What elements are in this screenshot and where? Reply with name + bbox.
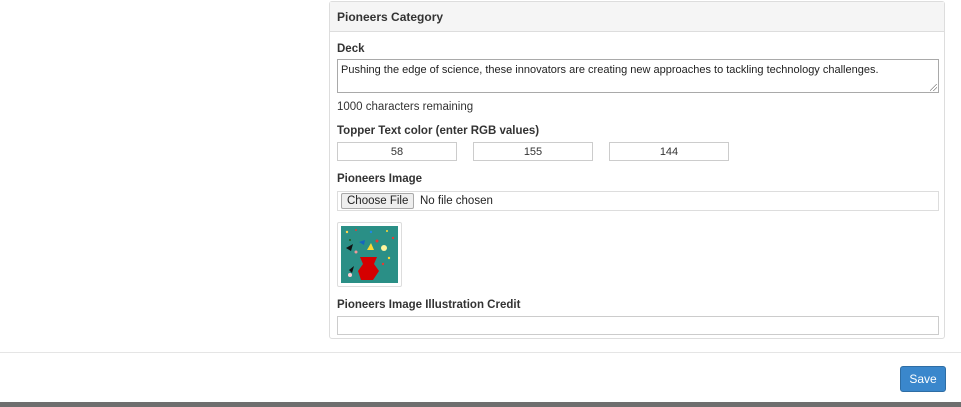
topper-color-label: Topper Text color (enter RGB values)	[337, 125, 540, 137]
rgb-blue-input[interactable]	[609, 142, 729, 161]
pioneers-category-panel: Pioneers Category Deck Pushing the edge …	[329, 1, 945, 339]
illustration-credit-label: Pioneers Image Illustration Credit	[337, 299, 521, 311]
illustration-thumbnail-icon	[341, 226, 398, 283]
image-thumbnail	[337, 222, 402, 287]
modal-backdrop-edge	[0, 402, 961, 407]
resize-handle-icon[interactable]	[930, 84, 937, 91]
deck-text: Pushing the edge of science, these innov…	[341, 64, 879, 76]
pioneers-image-label: Pioneers Image	[337, 173, 423, 185]
illustration-credit-input[interactable]	[337, 316, 939, 335]
save-button[interactable]: Save	[900, 366, 946, 392]
file-status: No file chosen	[420, 195, 493, 207]
footer-divider	[0, 352, 961, 353]
characters-remaining: 1000 characters remaining	[337, 101, 474, 113]
rgb-green-input[interactable]	[473, 142, 593, 161]
choose-file-button[interactable]: Choose File	[341, 193, 415, 209]
deck-label: Deck	[337, 43, 365, 55]
rgb-red-input[interactable]	[337, 142, 457, 161]
panel-title: Pioneers Category	[330, 2, 944, 32]
file-input[interactable]: Choose File No file chosen	[337, 191, 939, 211]
deck-textarea[interactable]: Pushing the edge of science, these innov…	[337, 59, 939, 93]
